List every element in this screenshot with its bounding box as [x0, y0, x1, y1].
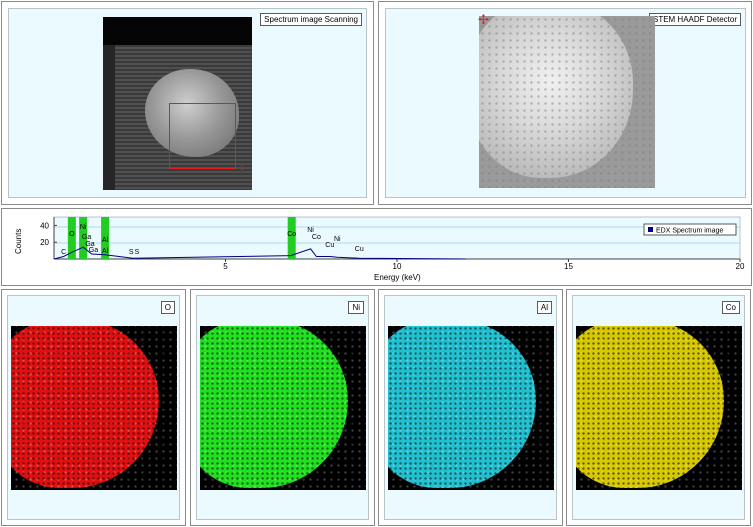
x-tick-label: 5: [223, 262, 228, 271]
signal-noise: [11, 326, 177, 490]
peak-label: Ni: [307, 227, 314, 234]
element-map-image[interactable]: [200, 326, 366, 490]
peak-label: S: [129, 249, 134, 256]
spectrum-scan-viewport: Spectrum image Scanning 1: [8, 8, 367, 198]
peak-label: C: [61, 249, 66, 256]
x-tick-label: 15: [564, 262, 573, 271]
haadf-panel: STEM HAADF Detector ✢: [378, 1, 752, 205]
x-tick-label: 10: [393, 262, 402, 271]
peak-label: Al: [102, 237, 109, 244]
map-element-label: Al: [536, 301, 552, 314]
map-element-label: Co: [721, 301, 740, 314]
peak-highlight: [287, 217, 296, 259]
map-panel-o: O: [1, 289, 186, 526]
spectrum-chart[interactable]: Counts 2040 5 10 15 20 CONiGaGaGaAlAl S SCoNi…: [2, 209, 753, 287]
haadf-label: STEM HAADF Detector: [648, 13, 741, 26]
signal-noise: [200, 326, 366, 490]
peak-label: Ni: [80, 224, 87, 231]
peak-label: Cu: [355, 246, 364, 253]
map-element-label: Ni: [348, 301, 364, 314]
map-viewport: Ni: [196, 295, 369, 520]
spectrum-scan-panel: Spectrum image Scanning 1: [1, 1, 374, 205]
element-map-image[interactable]: [576, 326, 742, 490]
peak-label: Al: [102, 248, 109, 255]
grid-edge: [103, 45, 115, 190]
roi-rectangle[interactable]: [169, 103, 236, 169]
signal-noise: [388, 326, 554, 490]
signal-noise: [576, 326, 742, 490]
peak-label: Co: [287, 231, 296, 238]
map-panel-co: Co: [566, 289, 751, 526]
element-map-image[interactable]: [388, 326, 554, 490]
peak-label: Co: [312, 234, 321, 241]
peak-label: O: [69, 231, 75, 238]
y-tick-label: 20: [40, 238, 49, 247]
map-viewport: Co: [572, 295, 745, 520]
map-viewport: Al: [384, 295, 557, 520]
plot-area: [53, 216, 741, 260]
peak-label: S: [135, 249, 140, 256]
spectrum-panel: Counts 20 40 5 10 15 20 C O Ni Ga Ga Ga Al Al S S Co Ni…: [1, 208, 752, 286]
peak-label: Ni: [334, 236, 341, 243]
haadf-viewport: STEM HAADF Detector ✢: [385, 8, 746, 198]
x-axis-label: Energy (keV): [374, 273, 421, 282]
legend-swatch: [648, 227, 653, 232]
legend-text: EDX Spectrum image: [656, 228, 723, 235]
peak-label: Ga: [82, 234, 91, 241]
map-viewport: O: [7, 295, 180, 520]
map-panel-al: Al: [378, 289, 563, 526]
haadf-image[interactable]: [479, 16, 655, 188]
peak-label: Ga: [89, 247, 98, 254]
y-axis-label: Counts: [14, 229, 23, 254]
map-panel-ni: Ni: [190, 289, 375, 526]
roi-marker: 1: [240, 165, 244, 172]
x-tick-label: 20: [736, 262, 745, 271]
beam-position-icon[interactable]: ✢: [478, 13, 489, 26]
map-element-label: O: [160, 301, 175, 314]
haadf-texture: [479, 16, 655, 188]
peak-label: Ga: [85, 241, 94, 248]
y-tick-label: 40: [40, 221, 49, 230]
peak-label: Cu: [325, 242, 334, 249]
spectrum-scan-label: Spectrum image Scanning: [260, 13, 362, 26]
survey-image[interactable]: 1: [103, 17, 252, 190]
element-map-image[interactable]: [11, 326, 177, 490]
